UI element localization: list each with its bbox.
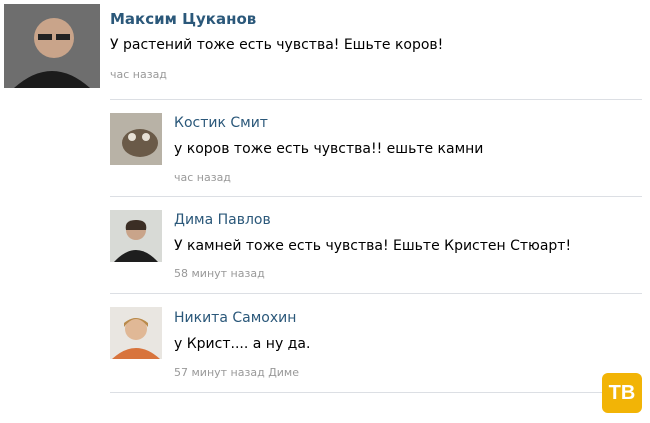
divider (110, 99, 642, 100)
wall-post: Максим Цуканов У растений тоже есть чувс… (0, 0, 650, 423)
reply-author-link[interactable]: Дима Павлов (174, 212, 271, 228)
reply-timestamp[interactable]: час назад (174, 171, 231, 184)
reply-avatar[interactable] (110, 113, 162, 165)
reply-text: у Крист.... а ну да. (174, 336, 311, 352)
watermark-logo: ТВ (602, 373, 642, 413)
reply-text: У камней тоже есть чувства! Ешьте Кристе… (174, 238, 572, 254)
reply-to-link[interactable]: Диме (268, 366, 299, 379)
reply-author-link[interactable]: Костик Смит (174, 115, 268, 131)
reply-avatar[interactable] (110, 307, 162, 359)
post-author-link[interactable]: Максим Цуканов (110, 10, 256, 28)
divider (110, 196, 642, 197)
reply-text: у коров тоже есть чувства!! ешьте камни (174, 141, 484, 157)
author-avatar[interactable] (4, 4, 100, 88)
reply-time[interactable]: 57 минут назад (174, 366, 265, 379)
reply-timestamp[interactable]: 57 минут назад Диме (174, 366, 299, 379)
post-text: У растений тоже есть чувства! Ешьте коро… (110, 37, 444, 53)
divider (110, 293, 642, 294)
reply-author-link[interactable]: Никита Самохин (174, 310, 296, 326)
divider (110, 392, 642, 393)
reply-timestamp[interactable]: 58 минут назад (174, 267, 265, 280)
post-timestamp[interactable]: час назад (110, 68, 167, 81)
reply-avatar[interactable] (110, 210, 162, 262)
